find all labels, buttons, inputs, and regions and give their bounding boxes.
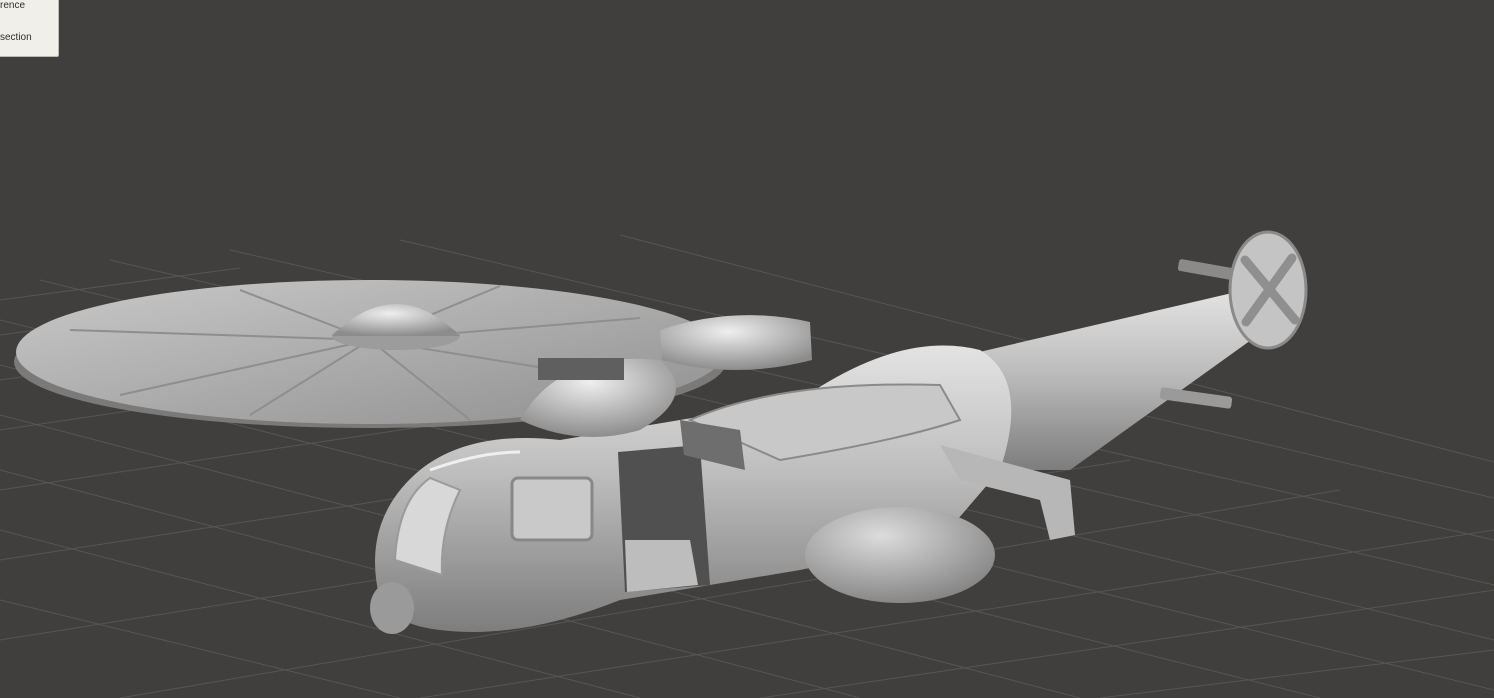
menu-item-reference[interactable]: rence <box>0 0 25 11</box>
menu-item-section[interactable]: section <box>0 32 32 43</box>
context-menu: rence section <box>0 0 59 57</box>
3d-viewport[interactable] <box>0 0 1494 698</box>
